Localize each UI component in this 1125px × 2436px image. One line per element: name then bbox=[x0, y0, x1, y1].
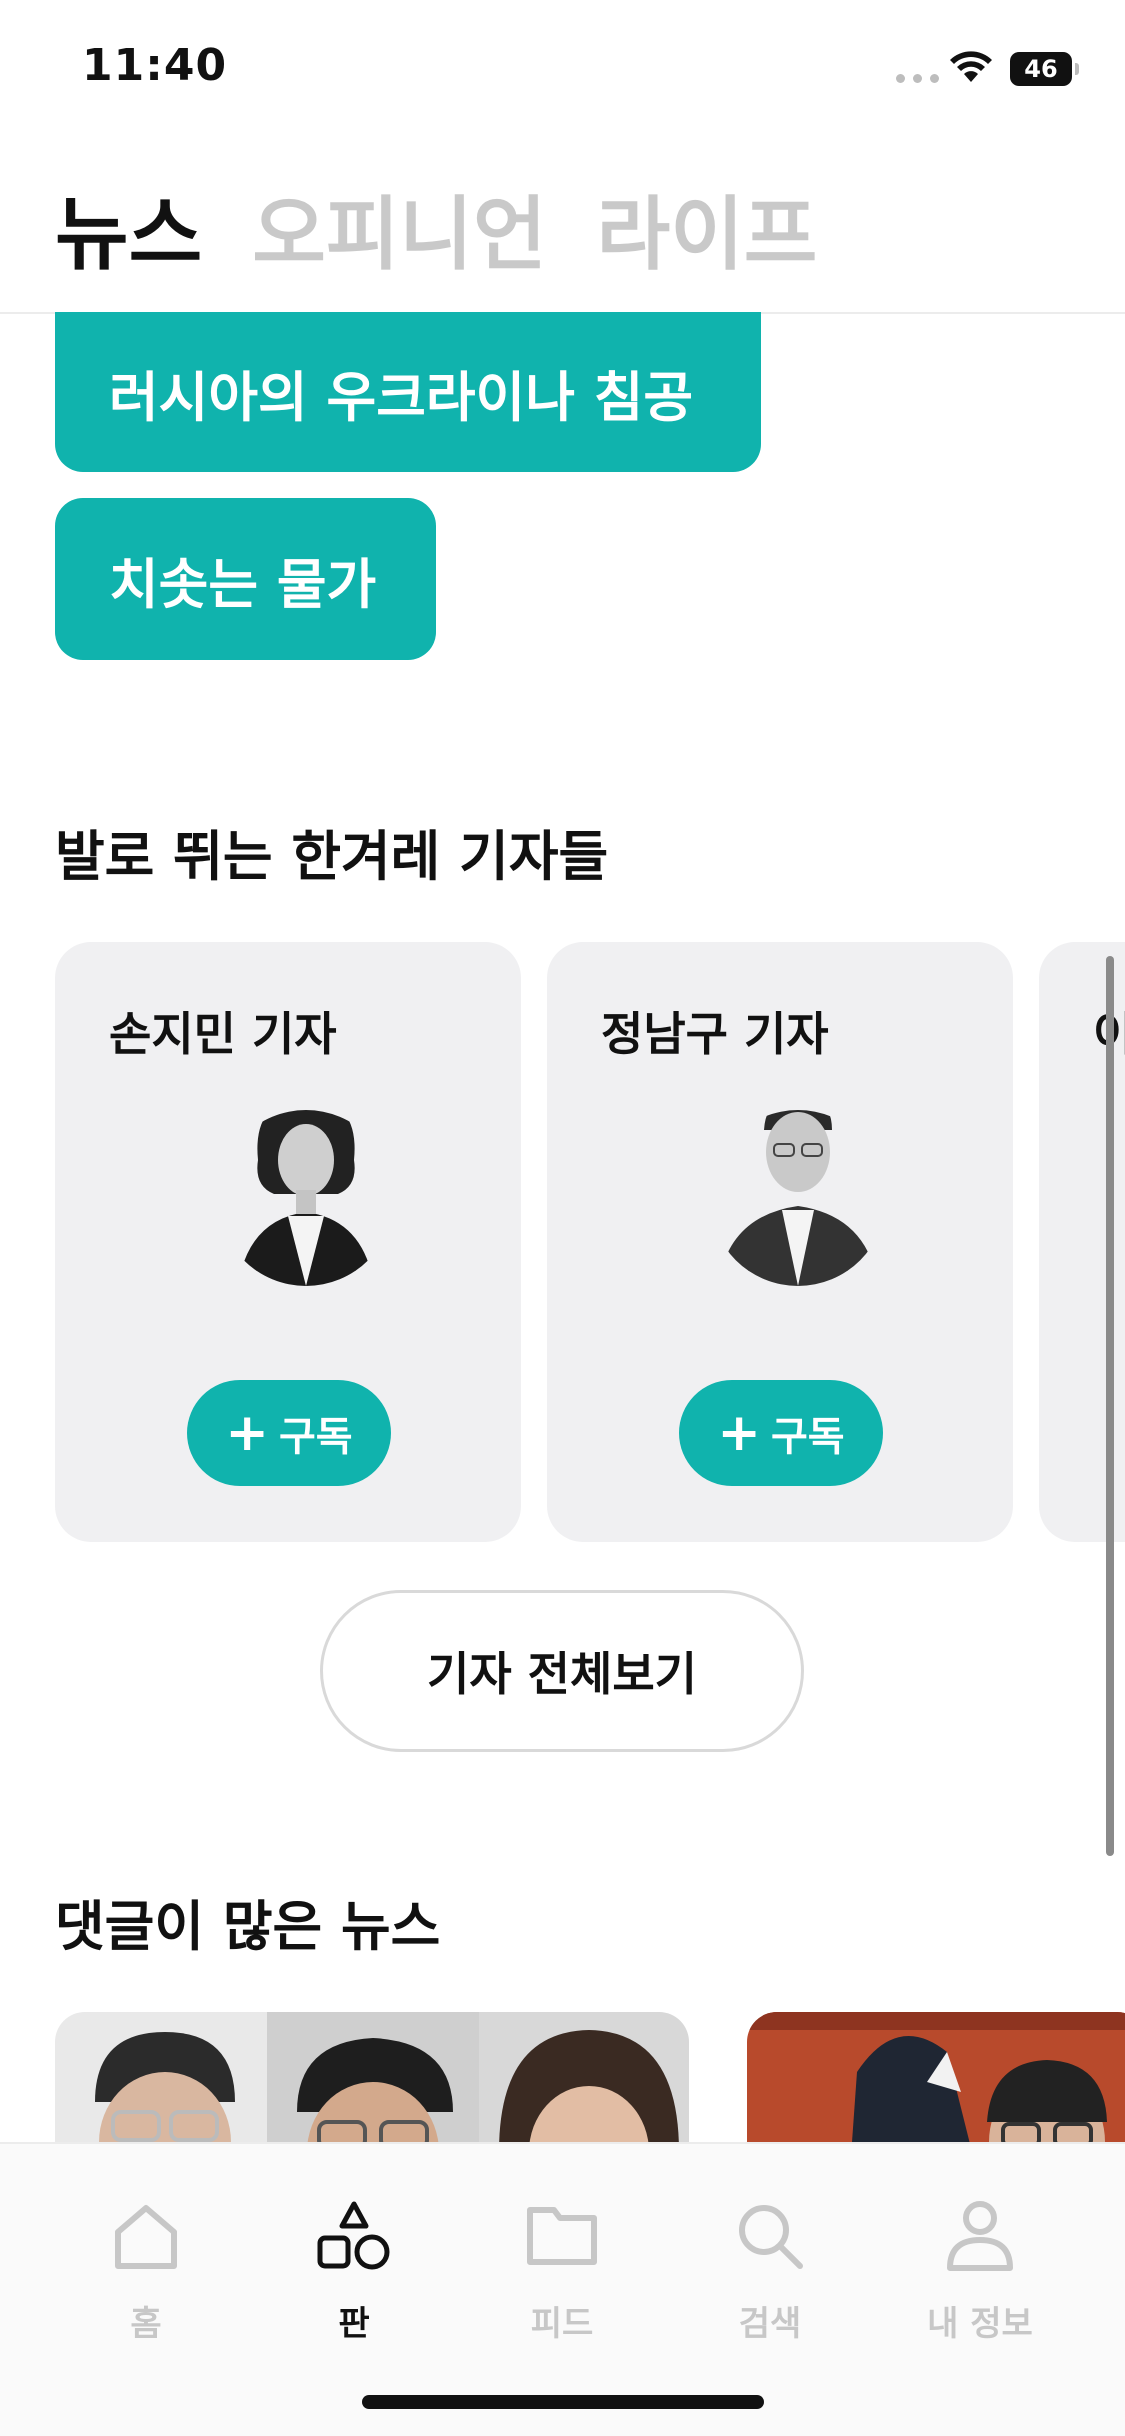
nav-my-info-label: 내 정보 bbox=[927, 2304, 1033, 2344]
plus-icon: + bbox=[717, 1403, 761, 1463]
news-thumbnail[interactable] bbox=[747, 2012, 1125, 2142]
nav-search[interactable]: 검색 bbox=[690, 2196, 850, 2345]
nav-pan[interactable]: 판 bbox=[274, 2196, 434, 2345]
news-photo bbox=[55, 2012, 267, 2142]
nav-feed[interactable]: 피드 bbox=[482, 2196, 642, 2345]
news-carousel[interactable] bbox=[55, 2012, 1125, 2142]
tab-news[interactable]: 뉴스 bbox=[55, 170, 202, 286]
reporter-card[interactable]: 손지민 기자 + 구독 bbox=[55, 942, 521, 1542]
view-all-reporters-button[interactable]: 기자 전체보기 bbox=[320, 1590, 804, 1752]
reporter-card[interactable]: 정남구 기자 + 구독 bbox=[547, 942, 1013, 1542]
subscribe-button[interactable]: + 구독 bbox=[679, 1380, 883, 1486]
news-photo bbox=[267, 2012, 479, 2142]
comment-news-section-title: 댓글이 많은 뉴스 bbox=[55, 1895, 441, 1958]
topic-chip-prices[interactable]: 치솟는 물가 bbox=[55, 498, 436, 660]
folder-icon bbox=[527, 2207, 597, 2265]
reporter-photo bbox=[710, 1110, 886, 1286]
subscribe-label: 구독 bbox=[278, 1414, 353, 1460]
nav-home[interactable]: 홈 bbox=[66, 2196, 226, 2345]
nav-pan-label: 판 bbox=[338, 2304, 370, 2344]
subscribe-button[interactable]: + 구독 bbox=[187, 1380, 391, 1486]
subscribe-label: 구독 bbox=[770, 1414, 845, 1460]
news-thumbnail[interactable] bbox=[55, 2012, 689, 2142]
nav-home-label: 홈 bbox=[130, 2304, 162, 2344]
news-photo bbox=[747, 2012, 1125, 2142]
status-bar: 11:40 46 bbox=[0, 0, 1125, 140]
tab-life[interactable]: 라이프 bbox=[597, 170, 818, 286]
plus-icon: + bbox=[225, 1403, 269, 1463]
reporters-section-title: 발로 뛰는 한겨레 기자들 bbox=[55, 825, 609, 888]
topic-chip-ukraine[interactable]: 러시아의 우크라이나 침공 bbox=[55, 312, 761, 472]
nav-search-label: 검색 bbox=[738, 2304, 802, 2344]
nav-feed-label: 피드 bbox=[530, 2304, 594, 2344]
tab-opinion[interactable]: 오피니언 bbox=[252, 170, 546, 286]
wifi-icon bbox=[950, 51, 992, 82]
search-icon bbox=[739, 2205, 803, 2269]
top-tabs: 뉴스 오피니언 라이프 bbox=[55, 170, 817, 286]
person-icon bbox=[947, 2201, 1013, 2271]
reporter-name: 정남구 기자 bbox=[601, 1007, 829, 1061]
shapes-icon bbox=[317, 2201, 390, 2270]
reporter-carousel[interactable]: 손지민 기자 + 구독 정남구 기자 + 구독 bbox=[55, 942, 1125, 1542]
battery-icon: 46 bbox=[1010, 52, 1079, 86]
home-indicator bbox=[362, 2395, 764, 2409]
scrollbar[interactable] bbox=[1106, 956, 1114, 1856]
nav-my-info[interactable]: 내 정보 bbox=[900, 2196, 1060, 2345]
signal-dots-icon bbox=[896, 74, 939, 83]
status-time: 11:40 bbox=[82, 40, 228, 91]
reporter-photo bbox=[218, 1110, 394, 1286]
news-photo bbox=[479, 2012, 689, 2142]
reporter-name: 손지민 기자 bbox=[109, 1007, 337, 1061]
home-icon bbox=[115, 2205, 177, 2269]
bottom-nav: 홈 판 피드 검색 내 정보 bbox=[0, 2142, 1125, 2436]
